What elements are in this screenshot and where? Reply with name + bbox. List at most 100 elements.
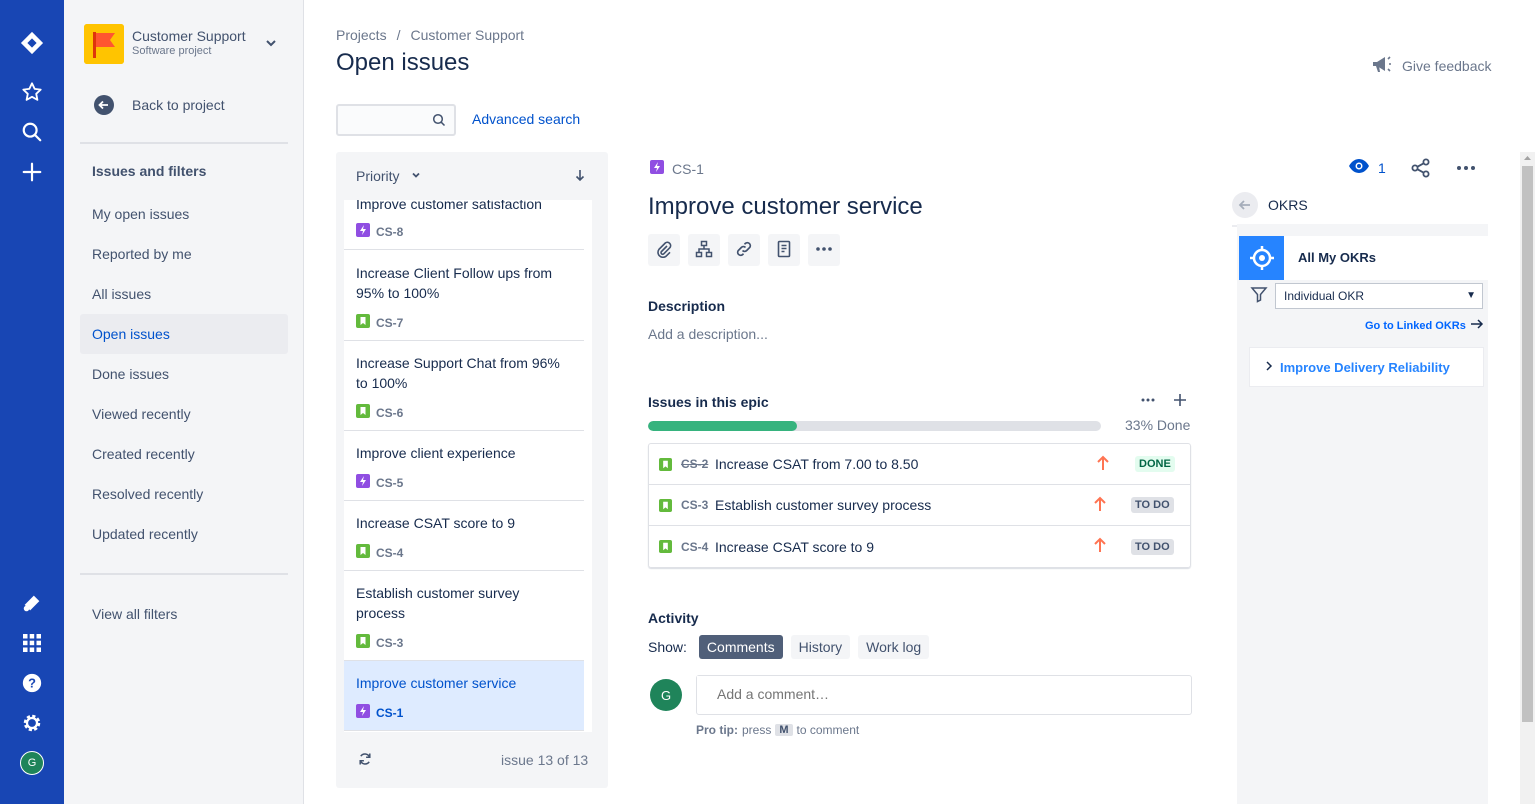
list-item-title: Improve customer service bbox=[356, 675, 517, 691]
sidebar-item-created-recently[interactable]: Created recently bbox=[80, 434, 288, 474]
okr-list-item[interactable]: Improve Delivery Reliability bbox=[1249, 347, 1484, 387]
child-issue-key[interactable]: CS-2 bbox=[681, 457, 708, 471]
child-issue-button[interactable] bbox=[688, 234, 720, 266]
sidebar-item-resolved-recently[interactable]: Resolved recently bbox=[80, 474, 288, 514]
epic-actions bbox=[1140, 392, 1188, 411]
sidebar-divider bbox=[80, 573, 288, 575]
back-to-project-label: Back to project bbox=[132, 97, 225, 113]
give-feedback-button[interactable]: Give feedback bbox=[1370, 54, 1492, 77]
svg-text:?: ? bbox=[28, 676, 36, 691]
issue-list: Improve customer satisfaction CS-8 Incre… bbox=[344, 200, 592, 732]
more-icon[interactable] bbox=[1140, 392, 1156, 411]
filter-icon[interactable] bbox=[1250, 285, 1268, 306]
list-item-key-row: CS-5 bbox=[356, 474, 403, 491]
child-issue-summary[interactable]: Establish customer survey process bbox=[715, 497, 931, 513]
search-box[interactable] bbox=[336, 104, 456, 136]
okr-panel-title: OKRS bbox=[1268, 197, 1308, 213]
go-to-linked-okrs-link[interactable]: Go to Linked OKRs bbox=[1365, 318, 1484, 333]
okr-app-title: All My OKRs bbox=[1298, 250, 1377, 265]
issue-key-breadcrumb[interactable]: CS-1 bbox=[650, 160, 704, 177]
sidebar-item-all-issues[interactable]: All issues bbox=[80, 274, 288, 314]
jira-logo-icon[interactable] bbox=[20, 31, 44, 55]
watch-button[interactable]: 1 bbox=[1348, 158, 1386, 177]
comment-input[interactable] bbox=[697, 676, 1167, 712]
child-issue-key[interactable]: CS-4 bbox=[681, 540, 708, 554]
issue-key: CS-1 bbox=[672, 160, 704, 177]
attach-button[interactable] bbox=[648, 234, 680, 266]
advanced-search-link[interactable]: Advanced search bbox=[472, 111, 580, 127]
user-avatar[interactable]: G bbox=[20, 751, 44, 775]
more-actions-icon[interactable] bbox=[1455, 157, 1477, 182]
list-item-key: CS-4 bbox=[376, 545, 404, 560]
list-item[interactable]: Improve client experience CS-5 bbox=[344, 431, 584, 501]
okr-panel bbox=[1237, 224, 1488, 804]
chevron-down-icon[interactable] bbox=[264, 36, 278, 53]
table-row[interactable]: CS-4 Increase CSAT score to 9 TO DO bbox=[649, 526, 1190, 567]
okr-type-select[interactable]: Individual OKR ▼ bbox=[1275, 283, 1483, 309]
description-field[interactable]: Add a description... bbox=[648, 326, 768, 342]
more-toolbar-button[interactable] bbox=[808, 234, 840, 266]
project-name[interactable]: Customer Support bbox=[132, 28, 246, 44]
sidebar-item-view-all-filters[interactable]: View all filters bbox=[80, 594, 288, 634]
history-filter-button[interactable]: History bbox=[790, 635, 851, 659]
link-issue-button[interactable] bbox=[728, 234, 760, 266]
notifications-icon[interactable] bbox=[20, 591, 44, 615]
sort-field-dropdown[interactable]: Priority bbox=[356, 168, 422, 184]
sidebar-item-done-issues[interactable]: Done issues bbox=[80, 354, 288, 394]
page-scrollbar-thumb[interactable] bbox=[1522, 166, 1533, 722]
create-plus-icon[interactable] bbox=[20, 160, 44, 184]
status-badge[interactable]: TO DO bbox=[1131, 497, 1174, 513]
list-item-selected[interactable]: Improve customer service CS-1 bbox=[344, 661, 584, 731]
story-icon bbox=[356, 634, 370, 651]
chevron-right-icon[interactable] bbox=[1264, 360, 1274, 375]
list-item[interactable]: Establish customer survey process CS-3 bbox=[344, 571, 584, 661]
search-input[interactable] bbox=[338, 106, 428, 134]
child-issue-summary[interactable]: Increase CSAT score to 9 bbox=[715, 539, 874, 555]
page-button[interactable] bbox=[768, 234, 800, 266]
link-icon bbox=[735, 240, 753, 261]
list-item[interactable]: Increase Client Follow ups from 95% to 1… bbox=[344, 251, 584, 341]
table-row[interactable]: CS-2 Increase CSAT from 7.00 to 8.50 DON… bbox=[649, 444, 1190, 485]
arrow-left-icon[interactable] bbox=[1232, 192, 1258, 218]
give-feedback-label: Give feedback bbox=[1402, 57, 1492, 74]
issue-title[interactable]: Improve customer service bbox=[648, 193, 923, 221]
back-to-project-link[interactable]: Back to project bbox=[94, 95, 225, 115]
user-avatar-initial: G bbox=[20, 751, 44, 775]
child-issue-summary[interactable]: Increase CSAT from 7.00 to 8.50 bbox=[715, 456, 918, 472]
add-child-plus-icon[interactable] bbox=[1172, 392, 1188, 411]
list-item[interactable]: Increase CSAT score to 9 CS-4 bbox=[344, 501, 584, 571]
sidebar-item-viewed-recently[interactable]: Viewed recently bbox=[80, 394, 288, 434]
help-icon[interactable]: ? bbox=[20, 671, 44, 695]
arrow-left-icon bbox=[94, 95, 114, 115]
breadcrumb-project[interactable]: Customer Support bbox=[410, 27, 524, 43]
pro-tip-label: Pro tip: bbox=[696, 723, 738, 737]
table-row[interactable]: CS-3 Establish customer survey process T… bbox=[649, 485, 1190, 526]
sidebar-item-updated-recently[interactable]: Updated recently bbox=[80, 514, 288, 554]
project-avatar[interactable] bbox=[84, 24, 124, 64]
page-scrollbar[interactable] bbox=[1520, 152, 1535, 804]
star-icon[interactable] bbox=[20, 80, 44, 104]
page-title: Open issues bbox=[336, 49, 470, 76]
search-icon[interactable] bbox=[20, 120, 44, 144]
list-item[interactable]: Increase Support Chat from 96% to 100% C… bbox=[344, 341, 584, 431]
app-switcher-icon[interactable] bbox=[20, 631, 44, 655]
sidebar-item-reported-by-me[interactable]: Reported by me bbox=[80, 234, 288, 274]
epic-icon bbox=[356, 474, 370, 491]
list-item-key-row: CS-7 bbox=[356, 314, 403, 331]
child-issue-key[interactable]: CS-3 bbox=[681, 498, 708, 512]
status-badge[interactable]: DONE bbox=[1135, 456, 1175, 472]
share-icon[interactable] bbox=[1410, 157, 1432, 182]
settings-gear-icon[interactable] bbox=[20, 711, 44, 735]
breadcrumb-projects[interactable]: Projects bbox=[336, 27, 387, 43]
comments-filter-button[interactable]: Comments bbox=[698, 635, 783, 659]
sort-direction-arrow-icon[interactable] bbox=[574, 168, 586, 185]
refresh-icon[interactable] bbox=[358, 752, 372, 769]
list-item[interactable]: Improve customer satisfaction CS-8 bbox=[344, 200, 584, 250]
paperclip-icon bbox=[655, 240, 673, 261]
sidebar-item-open-issues[interactable]: Open issues bbox=[80, 314, 288, 354]
status-badge[interactable]: TO DO bbox=[1131, 538, 1174, 555]
sidebar-item-my-open-issues[interactable]: My open issues bbox=[80, 194, 288, 234]
worklog-filter-button[interactable]: Work log bbox=[858, 635, 930, 659]
comment-box[interactable] bbox=[696, 675, 1192, 715]
list-item-title: Increase Client Follow ups from 95% to 1… bbox=[356, 265, 553, 301]
